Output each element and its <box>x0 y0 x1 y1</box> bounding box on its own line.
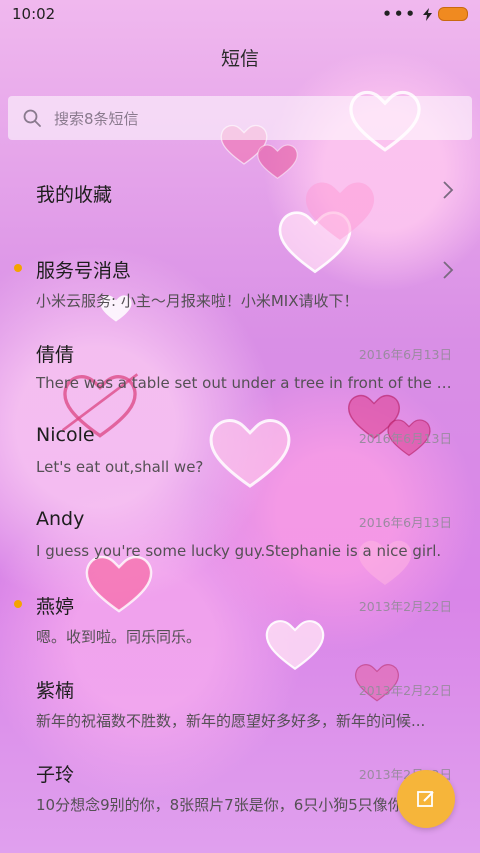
conversation-preview: 嗯。收到啦。同乐同乐。 <box>36 628 202 646</box>
signal-dots: ••• <box>382 5 417 23</box>
list-item-conversation[interactable]: Andy 2016年6月13日 I guess you're some luck… <box>0 486 480 570</box>
chevron-right-icon <box>442 180 454 200</box>
conversation-date: 2013年2月22日 <box>358 599 452 614</box>
list-item-conversation[interactable]: Nicole 2016年6月13日 Let's eat out,shall we… <box>0 402 480 486</box>
search-input[interactable]: 搜索8条短信 <box>54 108 139 129</box>
list-item-service-messages[interactable]: 服务号消息 小米云服务: 小主～月报来啦！小米MIX请收下！ <box>0 234 480 318</box>
list-item-favorites[interactable]: 我的收藏 <box>0 150 480 234</box>
conversation-name: 倩倩 <box>36 344 75 366</box>
conversation-name: 服务号消息 <box>36 260 132 282</box>
compose-button[interactable] <box>397 770 455 828</box>
conversation-preview: 小米云服务: 小主～月报来啦！小米MIX请收下！ <box>36 292 359 310</box>
conversation-preview: There was a table set out under a tree i… <box>36 374 452 392</box>
conversation-date: 2016年6月13日 <box>358 431 452 446</box>
status-bar: 10:02 ••• <box>0 0 480 28</box>
list-item-conversation[interactable]: 倩倩 2016年6月13日 There was a table set out … <box>0 318 480 402</box>
search-icon <box>22 108 42 128</box>
conversation-name: 我的收藏 <box>36 184 113 206</box>
search-bar[interactable]: 搜索8条短信 <box>8 96 472 140</box>
conversation-list: 我的收藏 服务号消息 小米云服务: 小主～月报来啦！小米MIX请收下！ 倩倩 2… <box>0 150 480 822</box>
conversation-preview: 新年的祝福数不胜数，新年的愿望好多好多，新年的问候... <box>36 712 426 730</box>
battery-icon <box>438 7 468 21</box>
list-item-conversation[interactable]: 燕婷 2013年2月22日 嗯。收到啦。同乐同乐。 <box>0 570 480 654</box>
conversation-preview: I guess you're some lucky guy.Stephanie … <box>36 542 442 560</box>
compose-icon <box>416 789 436 809</box>
conversation-date: 2016年6月13日 <box>358 347 452 362</box>
conversation-name: 子玲 <box>36 764 75 786</box>
conversation-name: Nicole <box>36 424 95 446</box>
conversation-name: 燕婷 <box>36 596 75 618</box>
chevron-right-icon <box>442 260 454 280</box>
bolt-icon <box>423 7 432 21</box>
conversation-name: Andy <box>36 508 85 530</box>
page-title: 短信 <box>220 48 259 70</box>
list-item-conversation[interactable]: 紫楠 2013年2月22日 新年的祝福数不胜数，新年的愿望好多好多，新年的问候.… <box>0 654 480 738</box>
unread-dot <box>14 264 22 272</box>
status-icons: ••• <box>382 5 468 23</box>
conversation-preview: 10分想念9别的你，8张照片7张是你，6只小狗5只像你... <box>36 796 418 814</box>
status-time: 10:02 <box>12 5 56 23</box>
conversation-preview: Let's eat out,shall we? <box>36 458 204 476</box>
unread-dot <box>14 600 22 608</box>
conversation-date: 2016年6月13日 <box>358 515 452 530</box>
conversation-date: 2013年2月22日 <box>358 683 452 698</box>
conversation-name: 紫楠 <box>36 680 75 702</box>
